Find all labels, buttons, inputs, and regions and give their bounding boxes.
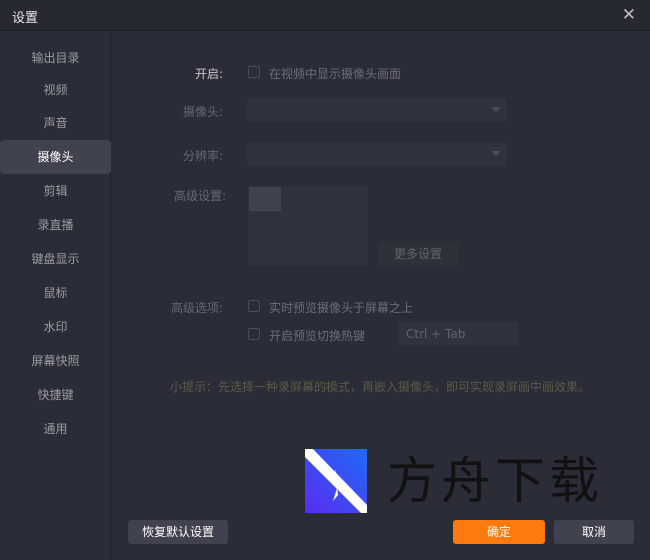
sidebar-item-video[interactable]: 视频: [0, 73, 111, 107]
resolution-label: 分辨率:: [182, 149, 223, 163]
chevron-down-icon: [491, 151, 501, 156]
sidebar-item-output[interactable]: 输出目录: [0, 41, 111, 75]
ok-button[interactable]: 确定: [453, 520, 545, 544]
sidebar-item-camera[interactable]: 摄像头: [0, 140, 111, 174]
sidebar-item-watermark[interactable]: 水印: [0, 310, 111, 344]
watermark-text: 方舟下载: [387, 452, 603, 510]
window-title: 设置: [12, 11, 39, 26]
sidebar-item-keyboard[interactable]: 键盘显示: [0, 242, 111, 276]
sidebar-item-mouse[interactable]: 鼠标: [0, 276, 111, 310]
chevron-down-icon: [491, 107, 501, 112]
camera-label: 摄像头:: [182, 105, 223, 119]
restore-defaults-button[interactable]: 恢复默认设置: [128, 520, 228, 544]
hotkey-input[interactable]: Ctrl + Tab: [398, 322, 518, 346]
preview-swatch: [249, 187, 281, 211]
advanced-settings-label: 高级设置:: [173, 189, 226, 203]
sidebar-item-audio[interactable]: 声音: [0, 106, 111, 140]
sidebar-item-snapshot[interactable]: 屏幕快照: [0, 344, 111, 378]
camera-select[interactable]: [247, 98, 507, 122]
tip-text: 小提示：先选择一种录屏幕的模式，再嵌入摄像头，即可实现录屏画中画效果。: [170, 380, 591, 394]
sidebar-item-edit[interactable]: 剪辑: [0, 174, 111, 208]
toggle-hotkey-checkbox[interactable]: [248, 328, 260, 340]
enable-label: 开启:: [194, 67, 223, 81]
watermark-logo: 方舟下载: [305, 448, 605, 514]
resolution-select[interactable]: [247, 142, 507, 166]
sidebar-item-general[interactable]: 通用: [0, 412, 111, 446]
close-icon[interactable]: ✕: [622, 5, 636, 25]
toggle-hotkey-label: 开启预览切换热键: [269, 329, 366, 343]
sidebar: 输出目录 视频 声音 摄像头 剪辑 录直播 键盘显示 鼠标 水印 屏幕快照 快捷…: [0, 32, 111, 560]
preview-on-top-checkbox[interactable]: [248, 300, 260, 312]
title-bar: 设置 ✕: [0, 0, 650, 31]
enable-checkbox[interactable]: [248, 66, 260, 78]
sidebar-item-live[interactable]: 录直播: [0, 208, 111, 242]
camera-preview-box: [248, 186, 368, 266]
more-settings-button[interactable]: 更多设置: [378, 242, 458, 266]
advanced-options-label: 高级选项:: [170, 301, 223, 315]
preview-on-top-label: 实时预览摄像头于屏幕之上: [269, 301, 414, 315]
cancel-button[interactable]: 取消: [554, 520, 634, 544]
enable-checkbox-label: 在视频中显示摄像头画面: [269, 67, 402, 81]
sidebar-item-hotkeys[interactable]: 快捷键: [0, 378, 111, 412]
